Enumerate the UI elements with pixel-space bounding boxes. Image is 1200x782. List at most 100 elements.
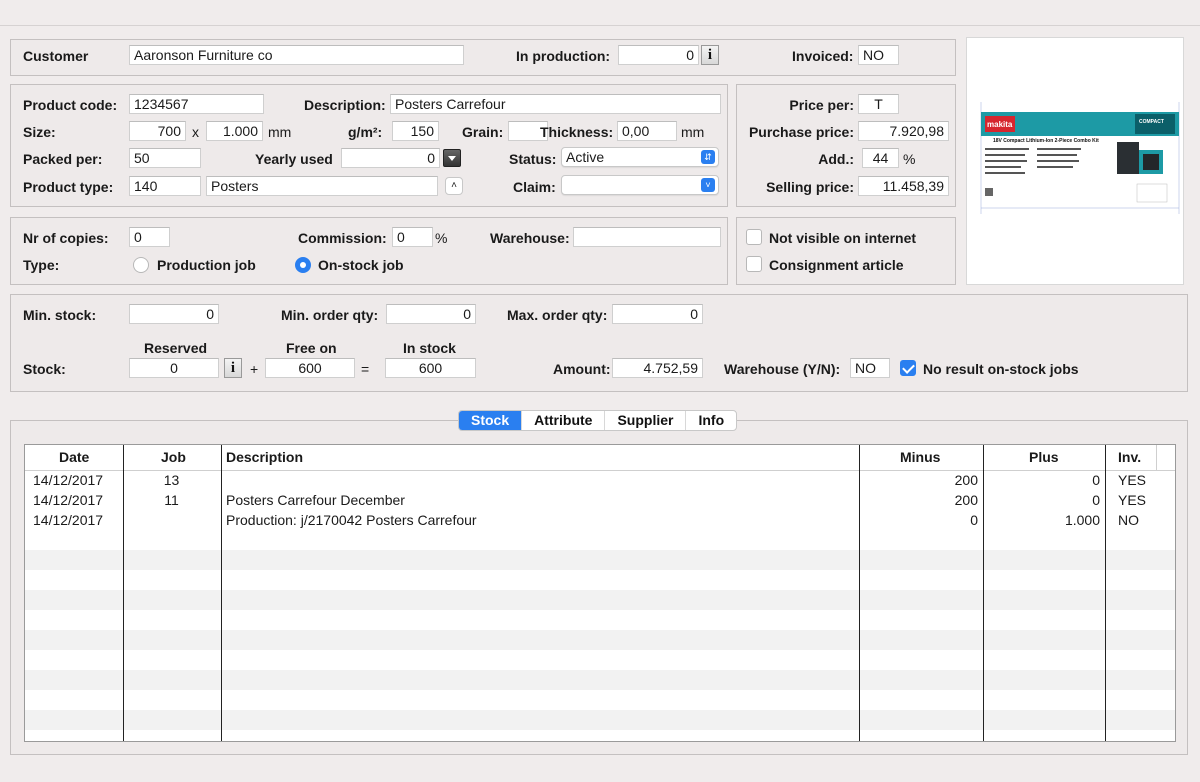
cell-job bbox=[123, 510, 220, 530]
min-order-field[interactable]: 0 bbox=[386, 304, 476, 324]
cell-minus: 200 bbox=[954, 492, 978, 508]
thickness-field[interactable]: 0,00 bbox=[617, 121, 677, 141]
cell-plus: 0 bbox=[1092, 492, 1100, 508]
column-header-description[interactable]: Description bbox=[226, 445, 303, 470]
packed-per-field[interactable]: 50 bbox=[129, 148, 201, 168]
max-order-field[interactable]: 0 bbox=[612, 304, 703, 324]
selling-price-field[interactable]: 11.458,39 bbox=[858, 176, 949, 196]
packed-per-label: Packed per: bbox=[23, 151, 103, 167]
production-job-label[interactable]: Production job bbox=[157, 256, 256, 274]
tab-attribute[interactable]: Attribute bbox=[522, 411, 606, 430]
product-type-lookup-button[interactable]: ˄ bbox=[445, 177, 463, 195]
cell-inv: YES bbox=[1118, 492, 1147, 508]
yearly-used-dropdown-button[interactable] bbox=[443, 149, 461, 167]
column-header-job[interactable]: Job bbox=[161, 445, 186, 470]
cell-inv: YES bbox=[1118, 472, 1147, 488]
status-select-value: Active bbox=[566, 149, 605, 165]
column-divider bbox=[1105, 445, 1106, 741]
job-type-label: Type: bbox=[23, 257, 60, 273]
cell-plus: 1.000 bbox=[1064, 512, 1100, 528]
table-header: Date Job Description Minus Plus Inv. bbox=[25, 445, 1175, 471]
description-label: Description: bbox=[304, 97, 386, 113]
table-row[interactable]: 14/12/2017 11 Posters Carrefour December… bbox=[25, 490, 1175, 510]
commission-unit: % bbox=[435, 230, 448, 246]
size-height-field[interactable]: 1.000 bbox=[206, 121, 263, 141]
description-field[interactable]: Posters Carrefour bbox=[390, 94, 721, 114]
claim-select[interactable]: ˅ bbox=[561, 175, 719, 195]
customer-field[interactable]: Aaronson Furniture co bbox=[129, 45, 464, 65]
status-label: Status: bbox=[509, 151, 557, 167]
size-width-field[interactable]: 700 bbox=[129, 121, 186, 141]
warehouse-label: Warehouse: bbox=[490, 230, 570, 246]
reserved-field: 0 bbox=[129, 358, 219, 378]
tab-bar: Stock Attribute Supplier Info bbox=[458, 410, 738, 431]
free-on-label: Free on bbox=[286, 340, 337, 356]
claim-label: Claim: bbox=[513, 179, 556, 195]
in-production-field: 0 bbox=[618, 45, 699, 65]
warehouse-yn-label: Warehouse (Y/N): bbox=[724, 361, 841, 377]
reserved-info-button[interactable]: i bbox=[224, 358, 242, 378]
warehouse-field[interactable] bbox=[573, 227, 721, 247]
production-job-radio[interactable] bbox=[133, 257, 149, 273]
nr-of-copies-label: Nr of copies: bbox=[23, 230, 109, 246]
column-header-plus[interactable]: Plus bbox=[1029, 445, 1059, 470]
tab-supplier[interactable]: Supplier bbox=[605, 411, 687, 430]
cell-minus: 200 bbox=[954, 472, 978, 488]
no-result-checkbox[interactable] bbox=[900, 360, 916, 376]
empty-row bbox=[25, 710, 1175, 730]
min-stock-field[interactable]: 0 bbox=[129, 304, 219, 324]
min-stock-label: Min. stock: bbox=[23, 307, 97, 323]
column-header-inv[interactable]: Inv. bbox=[1118, 445, 1141, 470]
commission-field[interactable]: 0 bbox=[392, 227, 433, 247]
table-row[interactable]: 14/12/2017 13 200 0 YES bbox=[25, 470, 1175, 490]
column-header-date[interactable]: Date bbox=[59, 445, 89, 470]
plus-sign: + bbox=[250, 361, 259, 377]
yearly-used-label: Yearly used bbox=[255, 151, 333, 167]
onstock-job-radio[interactable] bbox=[295, 257, 311, 273]
product-thumbnail: makita COMPACT 18V Compact Lithium-Ion 2… bbox=[966, 37, 1184, 285]
tab-info[interactable]: Info bbox=[686, 411, 736, 430]
tab-stock[interactable]: Stock bbox=[459, 411, 523, 430]
price-per-field[interactable]: T bbox=[858, 94, 899, 114]
invoiced-label: Invoiced: bbox=[792, 48, 854, 64]
consignment-checkbox[interactable] bbox=[746, 256, 762, 272]
stock-label: Stock: bbox=[23, 361, 66, 377]
customer-label: Customer bbox=[23, 48, 89, 64]
gsm-field[interactable]: 150 bbox=[392, 121, 439, 141]
in-production-info-button[interactable]: i bbox=[701, 45, 719, 65]
add-percent-unit: % bbox=[903, 151, 916, 167]
empty-row bbox=[25, 550, 1175, 570]
min-order-label: Min. order qty: bbox=[281, 307, 379, 323]
free-on-field: 600 bbox=[265, 358, 355, 378]
cell-job: 11 bbox=[164, 492, 179, 508]
size-label: Size: bbox=[23, 124, 56, 140]
amount-field: 4.752,59 bbox=[612, 358, 703, 378]
onstock-job-label[interactable]: On-stock job bbox=[318, 256, 404, 274]
table-row[interactable]: 14/12/2017 Production: j/2170042 Posters… bbox=[25, 510, 1175, 530]
yearly-used-field[interactable]: 0 bbox=[341, 148, 440, 168]
warehouse-yn-field[interactable]: NO bbox=[850, 358, 890, 378]
consignment-label[interactable]: Consignment article bbox=[769, 256, 904, 274]
not-visible-label[interactable]: Not visible on internet bbox=[769, 229, 916, 247]
size-unit-label: mm bbox=[268, 124, 292, 140]
add-percent-field[interactable]: 44 bbox=[862, 148, 899, 168]
cell-description: Posters Carrefour December bbox=[226, 492, 405, 508]
chevron-down-icon: ˅ bbox=[701, 178, 715, 192]
status-select[interactable]: Active ⇵ bbox=[561, 147, 719, 167]
not-visible-checkbox[interactable] bbox=[746, 229, 762, 245]
column-header-minus[interactable]: Minus bbox=[900, 445, 940, 470]
nr-of-copies-field[interactable]: 0 bbox=[129, 227, 170, 247]
empty-row bbox=[25, 670, 1175, 690]
no-result-label[interactable]: No result on-stock jobs bbox=[923, 360, 1079, 378]
product-type-label: Product type: bbox=[23, 179, 114, 195]
thumb-brand: makita bbox=[987, 120, 1013, 129]
size-x-label: x bbox=[192, 124, 199, 140]
product-type-name-field[interactable]: Posters bbox=[206, 176, 438, 196]
purchase-price-field[interactable]: 7.920,98 bbox=[858, 121, 949, 141]
product-type-code-field[interactable]: 140 bbox=[129, 176, 201, 196]
thumb-badge: COMPACT bbox=[1139, 119, 1164, 125]
product-thumbnail-image: makita COMPACT 18V Compact Lithium-Ion 2… bbox=[980, 102, 1180, 214]
max-order-label: Max. order qty: bbox=[507, 307, 608, 323]
product-code-field[interactable]: 1234567 bbox=[129, 94, 264, 114]
info-icon: i bbox=[707, 47, 713, 63]
